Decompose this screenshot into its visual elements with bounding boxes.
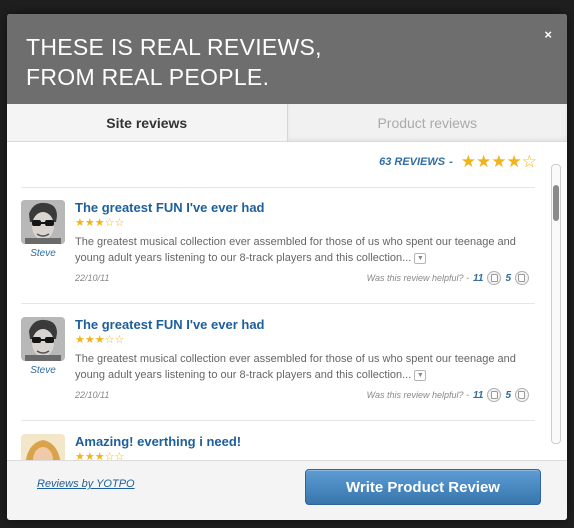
close-icon[interactable]: × xyxy=(544,27,552,42)
avatar xyxy=(21,434,65,460)
review-tabs: Site reviews Product reviews xyxy=(7,104,567,142)
reviews-scrollbar[interactable] xyxy=(551,164,561,444)
tab-site-reviews[interactable]: Site reviews xyxy=(7,104,287,142)
thumbs-down-icon[interactable] xyxy=(515,388,529,402)
thumbs-down-count: 5 xyxy=(505,272,511,284)
review-date: 22/10/11 xyxy=(75,390,110,400)
thumbs-down-count: 5 xyxy=(505,389,511,401)
review-text: The greatest musical collection ever ass… xyxy=(75,353,516,381)
reviews-by-yotpo-link[interactable]: Reviews by YOTPO xyxy=(37,478,135,490)
modal-header: THESE IS REAL REVIEWS, FROM REAL PEOPLE.… xyxy=(7,14,567,104)
review-rating-stars: ★★★☆☆ xyxy=(75,334,125,346)
expand-review-icon[interactable]: ▼ xyxy=(414,252,427,264)
review-title: The greatest FUN I've ever had xyxy=(75,200,265,215)
helpful-label: Was this review helpful? - xyxy=(366,273,470,283)
reviews-modal: THESE IS REAL REVIEWS, FROM REAL PEOPLE.… xyxy=(7,14,567,520)
divider xyxy=(21,420,535,421)
thumbs-up-count: 11 xyxy=(473,272,484,284)
review-author: Steve xyxy=(30,248,56,259)
review-author: Steve xyxy=(30,365,56,376)
review-date: 22/10/11 xyxy=(75,273,110,283)
thumbs-up-count: 11 xyxy=(473,389,484,401)
review-rating-stars: ★★★☆☆ xyxy=(75,451,125,460)
thumbs-up-icon[interactable] xyxy=(487,388,502,402)
summary-separator: - xyxy=(449,155,453,168)
review-rating-stars: ★★★☆☆ xyxy=(75,217,125,229)
reviews-count: 63 REVIEWS xyxy=(379,155,446,168)
reviews-summary: 63 REVIEWS - ★★★★☆ xyxy=(379,153,537,170)
divider xyxy=(21,303,535,304)
review-body: The greatest musical collection ever ass… xyxy=(75,351,535,383)
modal-footer: Reviews by YOTPO Write Product Review xyxy=(7,460,567,520)
average-rating-stars: ★★★★☆ xyxy=(460,152,537,171)
review-body: The greatest musical collection ever ass… xyxy=(75,234,535,266)
review-title: Amazing! everthing i need! xyxy=(75,434,242,449)
modal-title-line2: FROM REAL PEOPLE. xyxy=(26,64,270,90)
helpful-vote: Was this review helpful? - 11 5 xyxy=(367,271,529,285)
thumbs-down-icon[interactable] xyxy=(515,271,529,285)
thumbs-up-icon[interactable] xyxy=(487,271,502,285)
scrollbar-thumb[interactable] xyxy=(553,185,559,221)
helpful-vote: Was this review helpful? - 11 5 xyxy=(367,388,529,402)
write-review-button[interactable]: Write Product Review xyxy=(305,469,541,505)
tab-product-reviews[interactable]: Product reviews xyxy=(286,104,567,142)
divider xyxy=(21,187,535,188)
modal-title: THESE IS REAL REVIEWS, FROM REAL PEOPLE. xyxy=(26,32,322,92)
modal-title-line1: THESE IS REAL REVIEWS, xyxy=(26,34,322,60)
avatar xyxy=(21,317,65,361)
review-text: The greatest musical collection ever ass… xyxy=(75,236,516,264)
expand-review-icon[interactable]: ▼ xyxy=(414,369,427,381)
helpful-label: Was this review helpful? - xyxy=(366,390,470,400)
review-title: The greatest FUN I've ever had xyxy=(75,317,265,332)
avatar xyxy=(21,200,65,244)
reviews-list: 63 REVIEWS - ★★★★☆ Steve The greatest FU… xyxy=(7,142,567,460)
